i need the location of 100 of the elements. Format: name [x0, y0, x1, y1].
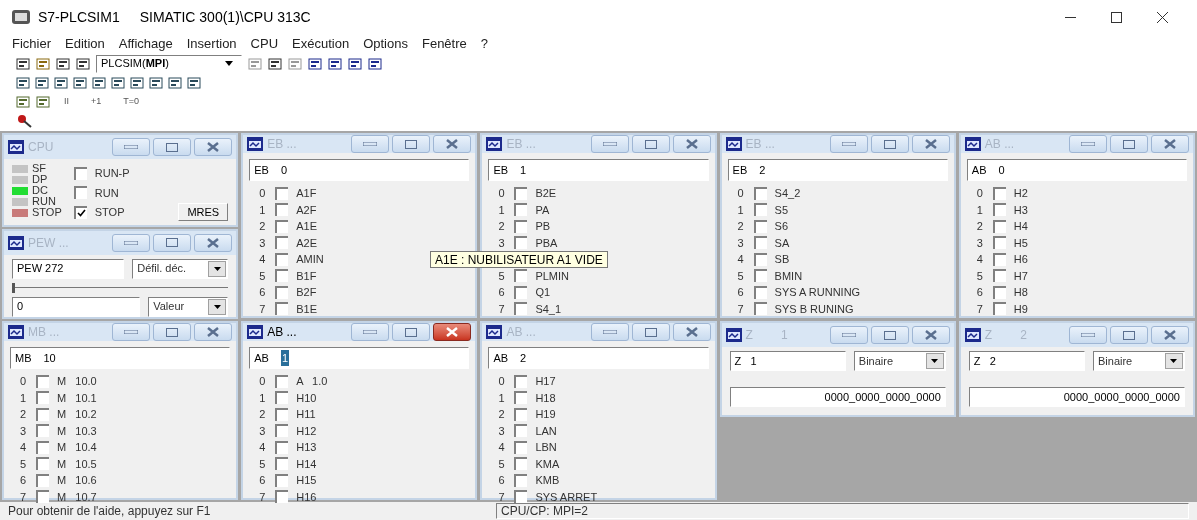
checkbox[interactable] [514, 186, 528, 200]
checkbox[interactable] [514, 473, 528, 487]
checkbox[interactable] [992, 186, 1006, 200]
checkbox[interactable] [275, 186, 289, 200]
checkbox[interactable] [992, 252, 1006, 266]
simulation-button[interactable]: T=0 [115, 94, 148, 109]
minimize-button[interactable] [829, 326, 868, 344]
address-field[interactable]: PEW 272 [12, 258, 125, 279]
menu-item[interactable]: Fenêtre [421, 34, 467, 54]
minimize-button[interactable] [1069, 135, 1107, 153]
checkbox[interactable] [753, 236, 767, 250]
checkbox[interactable] [753, 186, 767, 200]
checkbox[interactable] [992, 302, 1006, 316]
checkbox[interactable] [753, 269, 767, 283]
checkbox[interactable] [753, 302, 767, 316]
address-field[interactable]: AB 1 [249, 347, 470, 369]
checkbox[interactable] [36, 457, 49, 471]
minimize-button[interactable] [351, 135, 390, 153]
checkbox[interactable] [992, 269, 1006, 283]
checkbox[interactable] [73, 186, 87, 200]
menu-item[interactable]: Edition [65, 34, 105, 54]
checkbox[interactable] [514, 236, 528, 250]
checkbox[interactable] [73, 166, 87, 180]
address-field[interactable]: AB 2 [488, 347, 709, 369]
checkbox[interactable] [275, 285, 289, 299]
minimize-button[interactable] [112, 323, 151, 341]
checkbox[interactable] [275, 219, 289, 233]
toolbar-icon[interactable] [328, 57, 342, 70]
toolbar-icon[interactable] [56, 57, 70, 70]
checkbox[interactable] [514, 302, 528, 316]
address-field[interactable]: EB 0 [249, 159, 470, 181]
checkbox[interactable] [992, 219, 1006, 233]
minimize-button[interactable] [590, 135, 629, 153]
toolbar-icon[interactable] [73, 76, 87, 89]
checkbox[interactable] [36, 391, 49, 405]
checkbox[interactable] [992, 203, 1006, 217]
checkbox[interactable] [275, 236, 289, 250]
address-field[interactable]: Z 1 [729, 351, 846, 371]
slider-thumb[interactable] [12, 282, 15, 293]
toolbar-icon[interactable] [76, 57, 90, 70]
toolbar-icon[interactable] [16, 95, 30, 108]
value-field[interactable]: 0 [12, 296, 141, 317]
checkbox[interactable] [514, 440, 528, 454]
checkbox[interactable] [753, 219, 767, 233]
checkbox[interactable] [753, 252, 767, 266]
toolbar-icon[interactable] [368, 57, 382, 70]
checkbox[interactable] [514, 407, 528, 421]
close-button[interactable] [1151, 326, 1189, 344]
checkbox[interactable] [514, 219, 528, 233]
checkbox[interactable] [36, 374, 49, 388]
checkbox[interactable] [275, 440, 289, 454]
checkbox[interactable] [514, 391, 528, 405]
minimize-button[interactable] [112, 233, 151, 252]
toolbar-icon[interactable] [149, 76, 163, 89]
checkbox[interactable] [275, 269, 289, 283]
checkbox[interactable] [275, 457, 289, 471]
checkbox[interactable] [514, 269, 528, 283]
menu-item[interactable]: ? [480, 34, 488, 54]
close-button[interactable] [672, 323, 711, 341]
checkbox[interactable] [275, 473, 289, 487]
close-button[interactable] [911, 135, 950, 153]
toolbar-icon[interactable] [92, 76, 106, 89]
mres-button[interactable]: MRES [178, 202, 229, 221]
format-dropdown[interactable]: Binaire [853, 351, 946, 371]
checkbox[interactable] [275, 252, 289, 266]
checkbox[interactable] [514, 374, 528, 388]
address-field[interactable]: EB 1 [488, 159, 709, 181]
toolbar-icon[interactable] [111, 76, 125, 89]
toolbar-icon[interactable] [268, 57, 282, 70]
format-dropdown[interactable]: Défil. déc. [132, 258, 229, 279]
minimize-button[interactable] [1069, 326, 1107, 344]
checkbox[interactable] [36, 424, 49, 438]
checkbox[interactable] [514, 490, 528, 504]
close-button[interactable] [194, 138, 233, 156]
minimize-button[interactable] [590, 323, 629, 341]
minimize-button[interactable] [112, 138, 151, 156]
menu-item[interactable]: Exécution [292, 34, 350, 54]
address-field[interactable]: AB 0 [966, 159, 1187, 181]
close-button[interactable] [1151, 135, 1189, 153]
checkbox[interactable] [992, 236, 1006, 250]
checkbox[interactable] [514, 457, 528, 471]
checkbox[interactable] [514, 285, 528, 299]
toolbar-icon[interactable] [35, 76, 49, 89]
close-button[interactable] [433, 323, 472, 341]
checkbox[interactable] [36, 407, 49, 421]
close-button[interactable] [911, 326, 950, 344]
close-button[interactable] [433, 135, 472, 153]
minimize-button[interactable] [351, 323, 390, 341]
checkbox[interactable] [514, 203, 528, 217]
checkbox[interactable] [73, 205, 87, 219]
toolbar-icon[interactable] [16, 76, 30, 89]
menu-item[interactable]: Affichage [118, 34, 173, 54]
checkbox[interactable] [992, 285, 1006, 299]
checkbox[interactable] [36, 473, 49, 487]
address-field[interactable]: EB 2 [727, 159, 948, 181]
toolbar-icon[interactable] [187, 76, 201, 89]
checkbox[interactable] [514, 424, 528, 438]
toolbar-icon[interactable] [16, 57, 30, 70]
toolbar-icon[interactable] [308, 57, 322, 70]
checkbox[interactable] [753, 285, 767, 299]
